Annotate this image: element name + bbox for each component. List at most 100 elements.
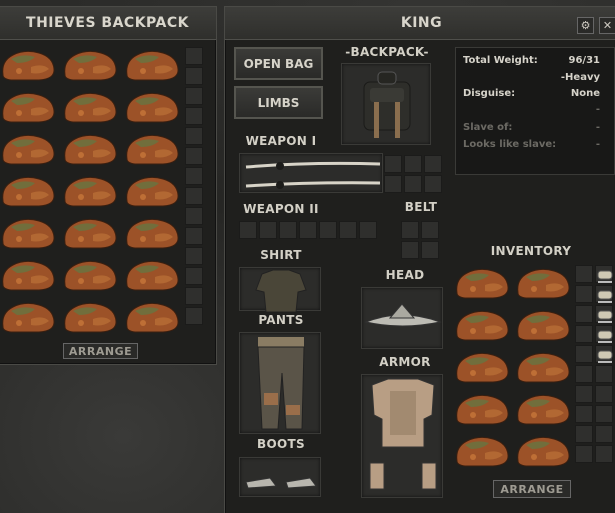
inventory-item[interactable]	[514, 433, 572, 469]
shirt-slot[interactable]	[239, 267, 321, 313]
backpack-slot[interactable]	[341, 63, 431, 145]
inventory-item[interactable]	[514, 265, 572, 301]
backpack-item[interactable]	[123, 47, 181, 83]
backpack-item[interactable]	[61, 173, 119, 209]
backpack-item[interactable]	[61, 215, 119, 251]
empty-slot[interactable]	[575, 445, 593, 463]
empty-slot[interactable]	[595, 405, 613, 423]
inventory-arrange-button[interactable]: ARRANGE	[493, 480, 571, 498]
empty-slot[interactable]	[404, 175, 422, 193]
bandage-item[interactable]	[595, 305, 613, 323]
empty-slot[interactable]	[319, 221, 337, 239]
empty-slot[interactable]	[185, 127, 203, 145]
empty-slot[interactable]	[595, 445, 613, 463]
backpack-item[interactable]	[61, 299, 119, 335]
backpack-item[interactable]	[123, 257, 181, 293]
empty-slot[interactable]	[185, 87, 203, 105]
empty-slot[interactable]	[595, 425, 613, 443]
empty-slot[interactable]	[185, 47, 203, 65]
empty-slot[interactable]	[185, 107, 203, 125]
backpack-item[interactable]	[123, 299, 181, 335]
empty-slot[interactable]	[575, 425, 593, 443]
empty-slot[interactable]	[595, 365, 613, 383]
backpack-item[interactable]	[123, 89, 181, 125]
ore-rock-icon	[2, 50, 55, 81]
backpack-item[interactable]	[0, 257, 57, 293]
head-slot[interactable]	[361, 287, 443, 349]
empty-slot[interactable]	[401, 241, 419, 259]
empty-slot[interactable]	[575, 325, 593, 343]
empty-slot[interactable]	[185, 167, 203, 185]
empty-slot[interactable]	[384, 175, 402, 193]
empty-slot[interactable]	[384, 155, 402, 173]
inventory-item[interactable]	[453, 391, 511, 427]
inventory-item[interactable]	[453, 349, 511, 385]
empty-slot[interactable]	[239, 221, 257, 239]
bandage-item[interactable]	[595, 265, 613, 283]
empty-slot[interactable]	[575, 405, 593, 423]
backpack-item[interactable]	[123, 173, 181, 209]
empty-slot[interactable]	[259, 221, 277, 239]
close-icon[interactable]: ✕	[599, 17, 615, 34]
inventory-item[interactable]	[453, 265, 511, 301]
empty-slot[interactable]	[421, 221, 439, 239]
empty-slot[interactable]	[359, 221, 377, 239]
backpack-item[interactable]	[61, 257, 119, 293]
inventory-item[interactable]	[514, 391, 572, 427]
empty-slot[interactable]	[185, 307, 203, 325]
thieves-backpack-arrange-button[interactable]: ARRANGE	[63, 343, 138, 359]
empty-slot[interactable]	[185, 187, 203, 205]
boots-slot[interactable]	[239, 457, 321, 497]
limbs-button[interactable]: LIMBS	[234, 86, 323, 119]
empty-slot[interactable]	[185, 207, 203, 225]
empty-slot[interactable]	[185, 287, 203, 305]
backpack-item[interactable]	[0, 173, 57, 209]
inventory-item[interactable]	[514, 307, 572, 343]
backpack-item[interactable]	[61, 89, 119, 125]
empty-slot[interactable]	[575, 385, 593, 403]
empty-slot[interactable]	[279, 221, 297, 239]
inventory-item[interactable]	[453, 307, 511, 343]
belt-slot[interactable]	[401, 221, 443, 263]
backpack-item[interactable]	[0, 215, 57, 251]
weapon1-slot[interactable]	[239, 153, 383, 193]
empty-slot[interactable]	[575, 285, 593, 303]
empty-slot[interactable]	[404, 155, 422, 173]
backpack-item[interactable]	[61, 47, 119, 83]
backpack-item[interactable]	[61, 131, 119, 167]
empty-slot[interactable]	[185, 147, 203, 165]
settings-icon[interactable]: ⚙	[577, 17, 594, 34]
backpack-item[interactable]	[0, 131, 57, 167]
backpack-item[interactable]	[0, 89, 57, 125]
empty-slot[interactable]	[401, 221, 419, 239]
armor-slot[interactable]	[361, 374, 443, 498]
empty-slot[interactable]	[339, 221, 357, 239]
backpack-item[interactable]	[0, 47, 57, 83]
weapon2-slot[interactable]	[239, 221, 387, 241]
empty-slot[interactable]	[185, 267, 203, 285]
open-bag-button[interactable]: OPEN BAG	[234, 47, 323, 80]
empty-slot[interactable]	[299, 221, 317, 239]
empty-slot[interactable]	[424, 175, 442, 193]
inventory-item[interactable]	[453, 433, 511, 469]
empty-slot[interactable]	[424, 155, 442, 173]
inventory-item[interactable]	[514, 349, 572, 385]
empty-slot[interactable]	[575, 345, 593, 363]
empty-slot[interactable]	[575, 305, 593, 323]
empty-slot[interactable]	[185, 67, 203, 85]
pants-slot[interactable]	[239, 332, 321, 434]
bandage-item[interactable]	[595, 345, 613, 363]
empty-slot[interactable]	[185, 247, 203, 265]
empty-slot[interactable]	[595, 385, 613, 403]
empty-slot[interactable]	[421, 241, 439, 259]
disguise-sub: -	[595, 104, 600, 115]
empty-slot[interactable]	[185, 227, 203, 245]
sandals-item-icon	[245, 477, 317, 489]
bandage-item[interactable]	[595, 285, 613, 303]
empty-slot[interactable]	[575, 265, 593, 283]
backpack-item[interactable]	[0, 299, 57, 335]
backpack-item[interactable]	[123, 215, 181, 251]
empty-slot[interactable]	[575, 365, 593, 383]
backpack-item[interactable]	[123, 131, 181, 167]
bandage-item[interactable]	[595, 325, 613, 343]
